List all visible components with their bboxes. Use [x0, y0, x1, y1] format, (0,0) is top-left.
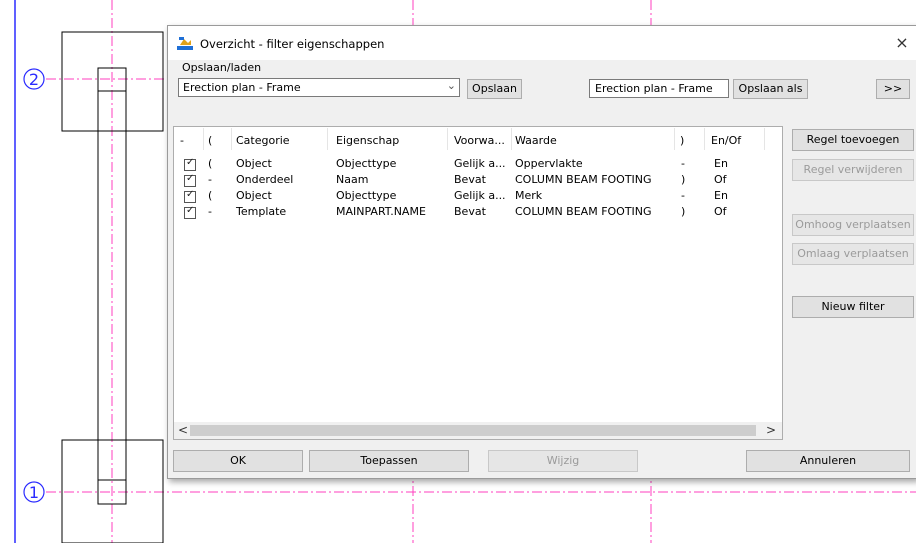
- cancel-button[interactable]: Annuleren: [746, 450, 910, 472]
- grid-bubble-2: 2: [23, 68, 45, 90]
- cell-value: Merk: [515, 189, 543, 202]
- filter-preset-value: Erection plan - Frame: [183, 81, 301, 94]
- horizontal-scrollbar[interactable]: < >: [174, 422, 782, 439]
- svg-text:1: 1: [29, 483, 39, 502]
- filter-properties-dialog: Overzicht - filter eigenschappen × Opsla…: [167, 25, 916, 479]
- cell-paren-close: ): [681, 205, 686, 218]
- cell-value: COLUMN BEAM FOOTING: [515, 205, 652, 218]
- cell-condition: Gelijk a...: [454, 157, 506, 170]
- cell-paren-close: -: [681, 157, 685, 170]
- chevron-down-icon: ⌄: [446, 79, 456, 92]
- save-as-name-input[interactable]: Erection plan - Frame: [589, 79, 729, 98]
- table-row[interactable]: ✓ ( Object Objecttype Gelijk a... Opperv…: [174, 157, 782, 173]
- cell-category: Template: [236, 205, 287, 218]
- cell-paren-open: -: [208, 173, 212, 186]
- cell-property: Objecttype: [336, 189, 397, 202]
- scroll-left-icon[interactable]: <: [178, 423, 188, 437]
- move-up-button[interactable]: Omhoog verplaatsen: [792, 214, 914, 236]
- table-row[interactable]: ✓ - Template MAINPART.NAME Bevat COLUMN …: [174, 205, 782, 221]
- cell-paren-close: ): [681, 173, 686, 186]
- cell-value: Oppervlakte: [515, 157, 583, 170]
- rule-enabled-checkbox[interactable]: ✓: [184, 189, 196, 203]
- save-button[interactable]: Opslaan: [467, 79, 522, 99]
- scroll-right-icon[interactable]: >: [766, 423, 776, 437]
- cell-condition: Bevat: [454, 173, 486, 186]
- cell-category: Object: [236, 157, 272, 170]
- rule-enabled-checkbox[interactable]: ✓: [184, 157, 196, 171]
- svg-text:2: 2: [29, 70, 39, 89]
- cell-condition: Bevat: [454, 205, 486, 218]
- cell-and-or: Of: [714, 173, 727, 186]
- move-down-button[interactable]: Omlaag verplaatsen: [792, 243, 914, 265]
- dialog-title: Overzicht - filter eigenschappen: [200, 37, 385, 51]
- column-header-value[interactable]: Waarde: [515, 134, 557, 147]
- filter-rules-table[interactable]: - ( Categorie Eigenschap Voorwa... Waard…: [173, 126, 783, 440]
- cell-category: Object: [236, 189, 272, 202]
- cell-property: Naam: [336, 173, 369, 186]
- cell-and-or: Of: [714, 205, 727, 218]
- column-header-and-or[interactable]: En/Of: [711, 134, 741, 147]
- cell-condition: Gelijk a...: [454, 189, 506, 202]
- column-header-condition[interactable]: Voorwa...: [454, 134, 505, 147]
- filter-preset-dropdown[interactable]: Erection plan - Frame ⌄: [178, 78, 460, 97]
- column-header-toggle[interactable]: -: [180, 134, 184, 147]
- column-header-paren-open[interactable]: (: [208, 134, 212, 147]
- cell-category: Onderdeel: [236, 173, 294, 186]
- apply-button[interactable]: Toepassen: [309, 450, 469, 472]
- table-row[interactable]: ✓ - Onderdeel Naam Bevat COLUMN BEAM FOO…: [174, 173, 782, 189]
- cell-value: COLUMN BEAM FOOTING: [515, 173, 652, 186]
- cell-paren-open: (: [208, 157, 213, 170]
- rule-enabled-checkbox[interactable]: ✓: [184, 173, 196, 187]
- rule-enabled-checkbox[interactable]: ✓: [184, 205, 196, 219]
- grid-bubble-1: 1: [23, 481, 45, 503]
- column-header-paren-close[interactable]: ): [680, 134, 684, 147]
- cell-property: MAINPART.NAME: [336, 205, 426, 218]
- table-row[interactable]: ✓ ( Object Objecttype Gelijk a... Merk -…: [174, 189, 782, 205]
- modify-button[interactable]: Wijzig: [488, 450, 638, 472]
- scrollbar-thumb[interactable]: [190, 425, 756, 436]
- cell-paren-close: -: [681, 189, 685, 202]
- cell-paren-open: -: [208, 205, 212, 218]
- cell-and-or: En: [714, 157, 728, 170]
- column-header-property[interactable]: Eigenschap: [336, 134, 399, 147]
- filter-app-icon: [177, 37, 193, 50]
- cell-and-or: En: [714, 189, 728, 202]
- column-header-category[interactable]: Categorie: [236, 134, 290, 147]
- new-filter-button[interactable]: Nieuw filter: [792, 296, 914, 318]
- ok-button[interactable]: OK: [173, 450, 303, 472]
- cell-paren-open: (: [208, 189, 213, 202]
- expand-button[interactable]: >>: [876, 79, 910, 99]
- dialog-titlebar[interactable]: Overzicht - filter eigenschappen ×: [168, 26, 916, 60]
- save-as-button[interactable]: Opslaan als: [733, 79, 808, 99]
- save-load-label: Opslaan/laden: [182, 61, 262, 74]
- cell-property: Objecttype: [336, 157, 397, 170]
- add-rule-button[interactable]: Regel toevoegen: [792, 129, 914, 151]
- close-icon[interactable]: ×: [891, 32, 913, 54]
- remove-rule-button[interactable]: Regel verwijderen: [792, 159, 914, 181]
